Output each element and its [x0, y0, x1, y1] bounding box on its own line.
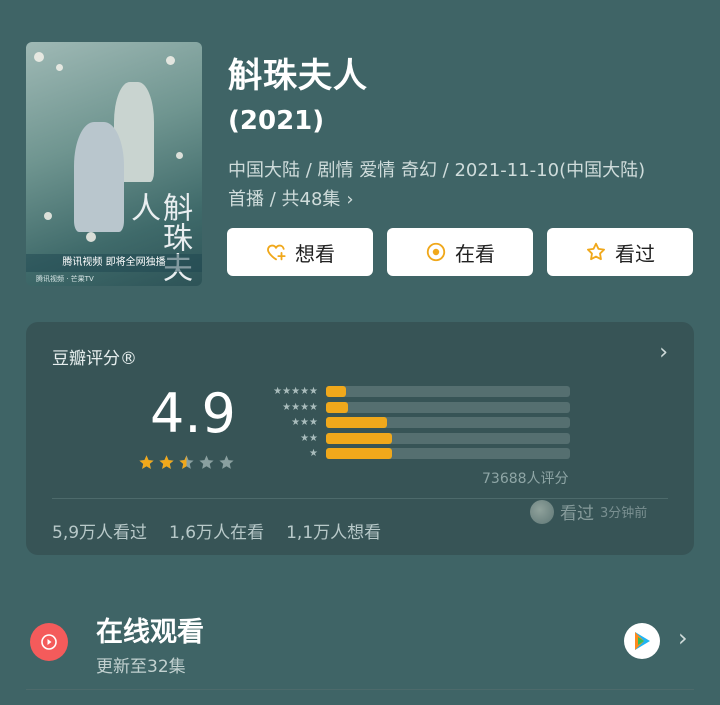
friend-activity[interactable]: 看过 3分钟前: [530, 499, 647, 524]
distribution-track: [326, 417, 570, 429]
heart-plus-icon: [265, 241, 287, 263]
distribution-row: ★: [264, 446, 570, 462]
want-button[interactable]: 想看: [227, 228, 373, 276]
divider: [26, 689, 694, 690]
star-icon: [159, 455, 174, 469]
distribution-row: ★★★★: [264, 400, 570, 416]
watch-subtitle: 更新至32集: [96, 657, 186, 677]
distribution-stars-label: ★: [309, 448, 318, 460]
distribution-bar: [326, 432, 392, 444]
star-icon: [199, 455, 214, 469]
distribution-row: ★★★★★: [264, 384, 570, 400]
release-year: (2021): [228, 106, 325, 136]
watched-button[interactable]: 看过: [547, 228, 693, 276]
poster-image[interactable]: 斛珠夫人 腾讯视频 即将全网独播 腾讯视频 · 芒果TV: [26, 42, 202, 286]
watching-label: 在看: [455, 241, 495, 266]
friend-action: 看过: [560, 504, 594, 524]
rating-card[interactable]: 豆瓣评分® › 4.9 ★★★★★ ★★★★ ★★★ ★★ ★ 73688人评分 5,9…: [26, 322, 694, 555]
chevron-right-icon[interactable]: ›: [678, 624, 688, 652]
stat-watched[interactable]: 5,9万人看过: [52, 518, 147, 543]
star-icon: [139, 455, 154, 469]
stat-watching[interactable]: 1,6万人在看: [169, 518, 264, 543]
page-title: 斛珠夫人: [228, 56, 368, 96]
meta-episodes: 首播 / 共48集: [228, 189, 341, 210]
poster-figure-woman: [74, 122, 124, 232]
distribution-track: [326, 432, 570, 444]
distribution-row: ★★★: [264, 415, 570, 431]
poster-blossom: [56, 64, 63, 71]
rating-stats: 5,9万人看过 1,6万人在看 1,1万人想看: [52, 518, 381, 543]
watching-button[interactable]: 在看: [387, 228, 533, 276]
distribution-bar: [326, 417, 387, 429]
star-icon: [179, 455, 194, 469]
distribution-stars-label: ★★: [300, 432, 318, 444]
distribution-stars-label: ★★★: [291, 417, 318, 429]
chevron-right-icon: ›: [346, 189, 354, 210]
poster-blossom: [176, 152, 183, 159]
distribution-bar: [326, 448, 392, 460]
stat-want[interactable]: 1,1万人想看: [286, 518, 381, 543]
distribution-row: ★★: [264, 431, 570, 447]
distribution-track: [326, 448, 570, 460]
poster-blossom: [34, 52, 44, 62]
poster-logos: 腾讯视频 · 芒果TV: [36, 275, 94, 283]
poster-blossom: [86, 232, 96, 242]
avatar: [530, 499, 554, 524]
distribution-bar: [326, 386, 346, 398]
meta-line-1: 中国大陆 / 剧情 爱情 奇幻 / 2021-11-10(中国大陆): [228, 160, 646, 181]
friend-time: 3分钟前: [600, 506, 648, 521]
tencent-video-logo-icon: [624, 623, 660, 659]
distribution-stars-label: ★★★★: [282, 401, 318, 413]
chevron-right-icon[interactable]: ›: [659, 340, 668, 365]
distribution-track: [326, 386, 570, 398]
poster-blossom: [44, 212, 52, 220]
play-icon: [30, 623, 68, 661]
star-icon: [219, 455, 234, 469]
target-icon: [425, 241, 447, 263]
ratings-count: 73688人评分: [482, 471, 569, 487]
rating-stars: [138, 454, 235, 471]
star-outline-icon: [585, 241, 607, 263]
rating-score: 4.9: [150, 382, 236, 445]
rating-header: 豆瓣评分®: [52, 349, 137, 369]
poster-blossom: [166, 56, 175, 65]
distribution-track: [326, 401, 570, 413]
meta-line-2: 首播 / 共48集 ›: [228, 185, 698, 214]
poster-caption: 腾讯视频 即将全网独播: [26, 254, 202, 272]
distribution-bar: [326, 401, 348, 413]
want-label: 想看: [295, 241, 335, 266]
distribution-stars-label: ★★★★★: [273, 386, 318, 398]
watched-label: 看过: [615, 241, 655, 266]
watch-online-row[interactable]: 在线观看 更新至32集 ›: [0, 590, 720, 690]
watch-title: 在线观看: [96, 617, 204, 648]
rating-distribution: ★★★★★ ★★★★ ★★★ ★★ ★: [264, 384, 570, 462]
movie-meta[interactable]: 中国大陆 / 剧情 爱情 奇幻 / 2021-11-10(中国大陆) 首播 / …: [228, 156, 698, 214]
